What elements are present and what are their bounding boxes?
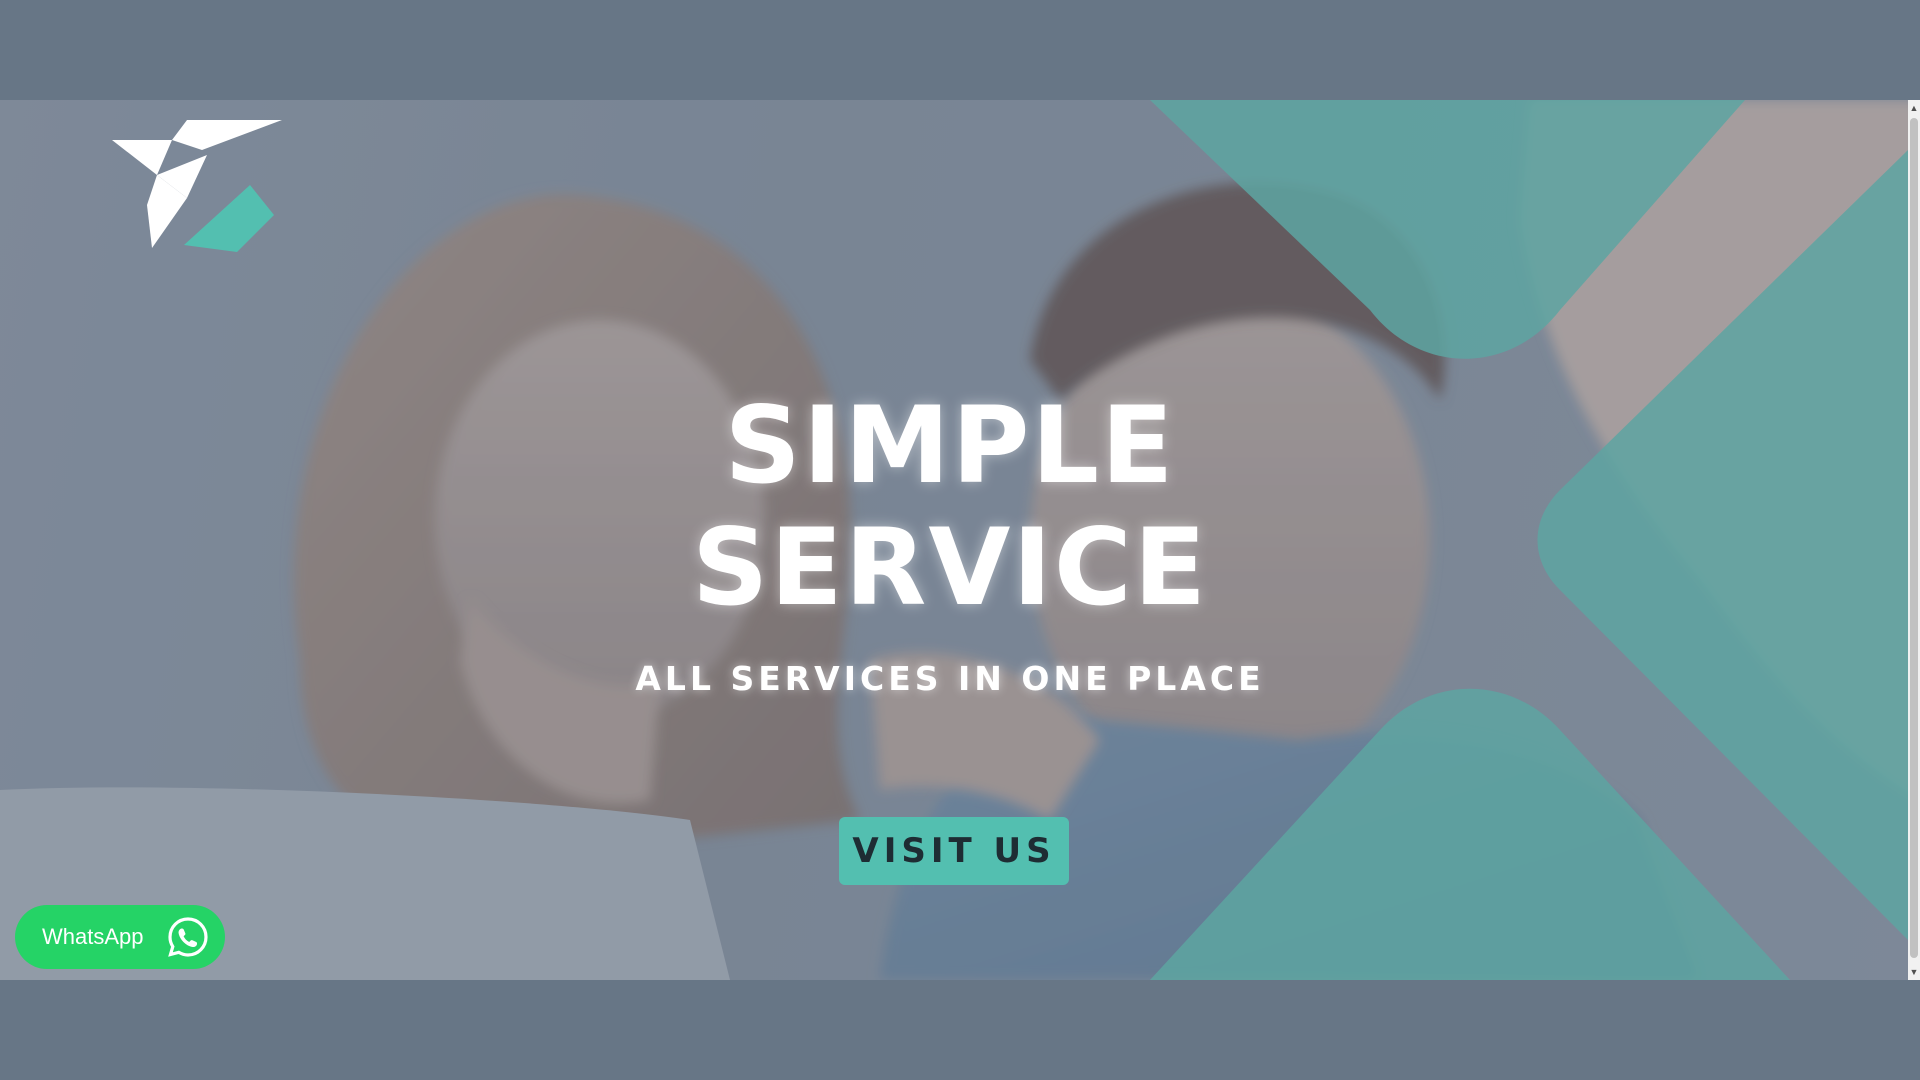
hero-text: SIMPLE SERVICE ALL SERVICES IN ONE PLACE xyxy=(560,384,1340,699)
whatsapp-icon xyxy=(168,917,208,957)
hero-title-line1: SIMPLE xyxy=(724,384,1176,507)
vertical-scrollbar[interactable]: ▲ ▼ xyxy=(1908,100,1920,980)
origami-bird-logo xyxy=(112,120,282,252)
whatsapp-button[interactable]: WhatsApp xyxy=(15,905,225,969)
arrow-down-icon[interactable]: ▼ xyxy=(1908,964,1920,980)
whatsapp-label: WhatsApp xyxy=(42,924,144,949)
scrollbar-thumb[interactable] xyxy=(1910,118,1918,958)
visit-us-button[interactable]: VISIT US xyxy=(839,817,1069,885)
hero-section: SIMPLE SERVICE ALL SERVICES IN ONE PLACE… xyxy=(0,100,1920,980)
hero-subtitle: ALL SERVICES IN ONE PLACE xyxy=(635,659,1265,698)
hero-title-line2: SERVICE xyxy=(691,506,1209,629)
arrow-up-icon[interactable]: ▲ xyxy=(1908,100,1920,116)
